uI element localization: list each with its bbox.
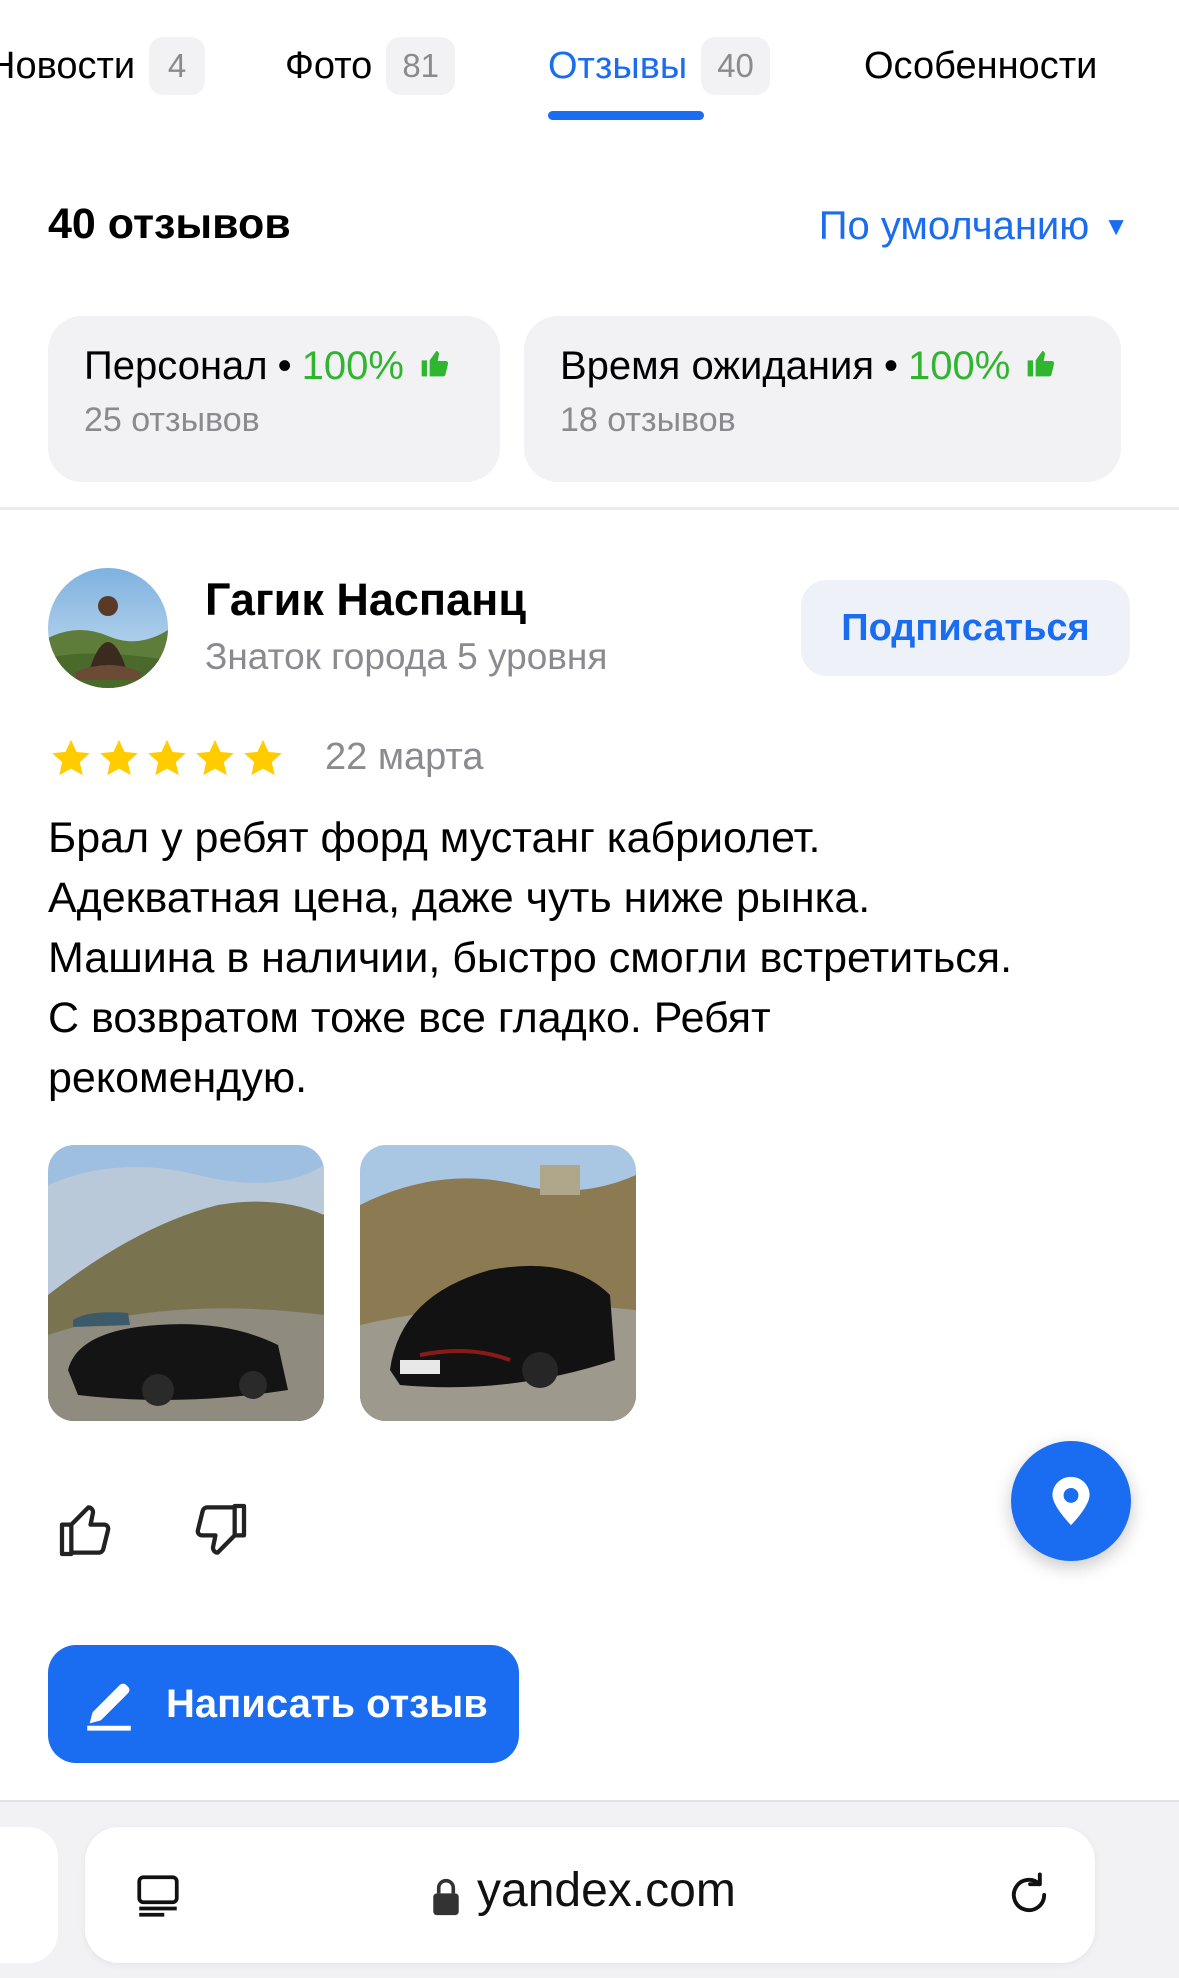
tab-label: Особенности: [864, 44, 1098, 87]
aspect-card-staff[interactable]: Персонал • 100% 25 отзывов: [48, 316, 500, 482]
tab-count-badge: 40: [701, 37, 770, 95]
reviews-count-title: 40 отзывов: [48, 200, 291, 248]
section-divider: [0, 507, 1179, 510]
dislike-icon[interactable]: [188, 1498, 252, 1562]
review-date: 22 марта: [325, 736, 484, 778]
avatar[interactable]: [48, 568, 168, 688]
tab-label: Новости: [0, 44, 136, 87]
tab-label: Фото: [285, 44, 373, 87]
active-tab-indicator: [548, 111, 704, 120]
thumb-up-icon: [1024, 344, 1058, 389]
like-icon[interactable]: [54, 1498, 118, 1562]
star-icon: [148, 739, 186, 776]
aspect-percent: 100%: [301, 344, 404, 388]
lock-icon: [433, 1878, 459, 1916]
tab-news[interactable]: Новости 4: [0, 36, 206, 96]
separator-dot: •: [884, 344, 899, 388]
address-bar[interactable]: yandex.com: [85, 1827, 1095, 1963]
star-icon: [100, 739, 138, 776]
pencil-icon: [87, 1683, 131, 1731]
tab-label: Отзывы: [548, 44, 688, 87]
aspect-reviews-count: 25 отзывов: [84, 401, 260, 439]
aspect-reviews-count: 18 отзывов: [560, 401, 736, 439]
previous-tab-preview[interactable]: [0, 1827, 58, 1963]
author-name[interactable]: Гагик Наспанц: [205, 574, 526, 626]
tab-count-badge: 81: [386, 37, 456, 95]
browser-toolbar: yandex.com: [0, 1800, 1179, 1978]
sort-label: По умолчанию: [818, 204, 1090, 248]
tab-photos[interactable]: Фото 81: [285, 36, 456, 96]
star-icon: [196, 739, 234, 776]
review-photo[interactable]: [360, 1145, 636, 1421]
tabs-icon[interactable]: [133, 1871, 183, 1921]
location-pin-icon: [1052, 1476, 1090, 1526]
tab-bar: Новости 4 Фото 81 Отзывы 40 Особенности: [0, 0, 1179, 130]
url-text: yandex.com: [477, 1864, 736, 1917]
rating-stars: [48, 736, 288, 782]
author-level: Знаток города 5 уровня: [205, 636, 608, 677]
star-icon: [244, 739, 282, 776]
tab-features[interactable]: Особенности: [864, 36, 1097, 96]
aspect-name: Время ожидания: [560, 344, 875, 388]
aspect-card-wait-time[interactable]: Время ожидания • 100% 18 отзывов: [524, 316, 1121, 482]
map-button[interactable]: [1011, 1441, 1131, 1561]
subscribe-button[interactable]: Подписаться: [801, 580, 1130, 676]
thumb-up-icon: [418, 344, 452, 389]
write-review-button[interactable]: Написать отзыв: [48, 1645, 519, 1763]
tab-count-badge: 4: [149, 37, 206, 95]
aspect-percent: 100%: [908, 344, 1011, 388]
review-text: Брал у ребят форд мустанг кабриолет. Аде…: [48, 814, 1013, 1102]
review-photo[interactable]: [48, 1145, 324, 1421]
reload-icon[interactable]: [1003, 1869, 1055, 1921]
chevron-down-icon: ▼: [1103, 211, 1129, 241]
write-review-label: Написать отзыв: [166, 1681, 488, 1726]
separator-dot: •: [277, 344, 292, 388]
tab-reviews[interactable]: Отзывы 40: [548, 36, 770, 96]
aspect-name: Персонал: [84, 344, 268, 388]
star-icon: [52, 739, 90, 776]
sort-dropdown[interactable]: По умолчанию ▼: [819, 204, 1129, 249]
